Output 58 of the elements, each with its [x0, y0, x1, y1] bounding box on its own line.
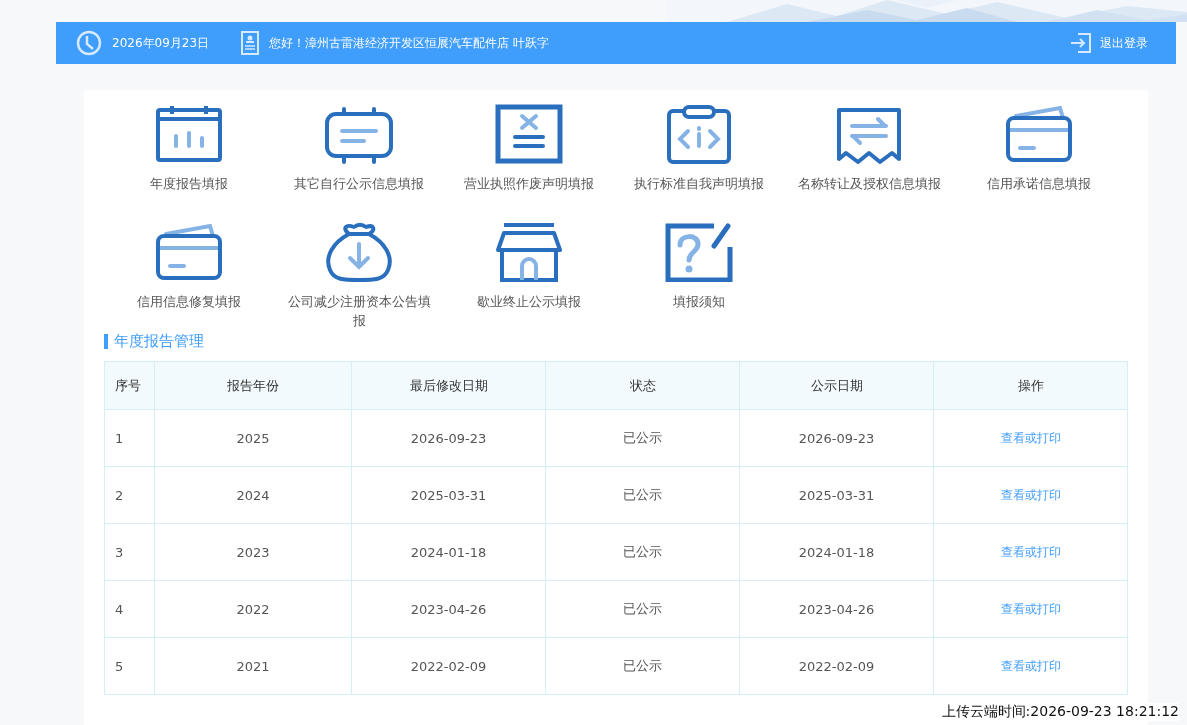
title-marker [104, 334, 108, 349]
table-cell: 2024-01-18 [351, 523, 546, 581]
greeting-text: 您好！漳州古雷港经济开发区恒展汽车配件店 叶跃字 [269, 34, 549, 52]
shortcut-link[interactable]: 营业执照作废声明填报 [454, 174, 604, 193]
column-header: 状态 [545, 361, 740, 410]
column-header: 公示日期 [739, 361, 934, 410]
cards-icon[interactable] [1004, 104, 1074, 164]
section-title: 年度报告管理 [114, 332, 204, 351]
date-text: 2026年09月23日 [112, 34, 210, 52]
cancelled-document-icon[interactable] [494, 104, 564, 164]
table-cell: 2024 [154, 466, 352, 524]
clock-icon [76, 30, 102, 56]
calendar-chart-icon[interactable] [154, 104, 224, 164]
table-cell: 2022 [154, 580, 352, 638]
column-header: 报告年份 [154, 361, 352, 410]
table-cell: 2025-03-31 [739, 466, 934, 524]
table-cell: 2 [104, 466, 155, 524]
id-card-icon [241, 31, 260, 55]
shortcut-link[interactable]: 歇业终止公示填报 [454, 292, 604, 311]
shortcut-link[interactable]: 填报须知 [624, 292, 774, 311]
table-cell: 已公示 [545, 637, 740, 695]
table-cell: 已公示 [545, 523, 740, 581]
cards-icon[interactable] [154, 222, 224, 282]
upload-time-text: 上传云端时间:2026-09-23 18:21:12 [941, 703, 1179, 721]
table-cell: 2023-04-26 [351, 580, 546, 638]
shortcut-link[interactable]: 信用信息修复填报 [114, 292, 264, 311]
table-cell: 2021 [154, 637, 352, 695]
sign-board-icon[interactable] [324, 104, 394, 164]
store-icon[interactable] [494, 222, 564, 282]
question-edit-icon[interactable] [664, 222, 734, 282]
column-header: 最后修改日期 [351, 361, 546, 410]
shortcut-link[interactable]: 公司减少注册资本公告填报 [284, 292, 434, 330]
table-cell: 2024-01-18 [739, 523, 934, 581]
table-cell: 2025 [154, 409, 352, 467]
table-cell: 4 [104, 580, 155, 638]
logout-icon [1070, 33, 1092, 53]
shortcut-link[interactable]: 执行标准自我声明填报 [624, 174, 774, 193]
table-cell: 2022-02-09 [739, 637, 934, 695]
table-cell: 1 [104, 409, 155, 467]
table-cell: 已公示 [545, 580, 740, 638]
shortcut-link[interactable]: 其它自行公示信息填报 [284, 174, 434, 193]
table-cell: 2023-04-26 [739, 580, 934, 638]
column-header: 操作 [933, 361, 1128, 410]
table-cell: 2023 [154, 523, 352, 581]
table-cell: 3 [104, 523, 155, 581]
shortcut-link[interactable]: 年度报告填报 [114, 174, 264, 193]
table-cell: 2022-02-09 [351, 637, 546, 695]
table-cell: 已公示 [545, 409, 740, 467]
table-cell: 已公示 [545, 466, 740, 524]
table-cell: 2025-03-31 [351, 466, 546, 524]
shortcut-link[interactable]: 名称转让及授权信息填报 [794, 174, 944, 193]
money-bag-icon[interactable] [324, 222, 394, 282]
column-header: 序号 [104, 361, 155, 410]
table-cell: 2026-09-23 [351, 409, 546, 467]
clipboard-code-icon[interactable] [664, 104, 734, 164]
table-cell: 5 [104, 637, 155, 695]
table-cell: 2026-09-23 [739, 409, 934, 467]
shortcut-link[interactable]: 信用承诺信息填报 [964, 174, 1114, 193]
